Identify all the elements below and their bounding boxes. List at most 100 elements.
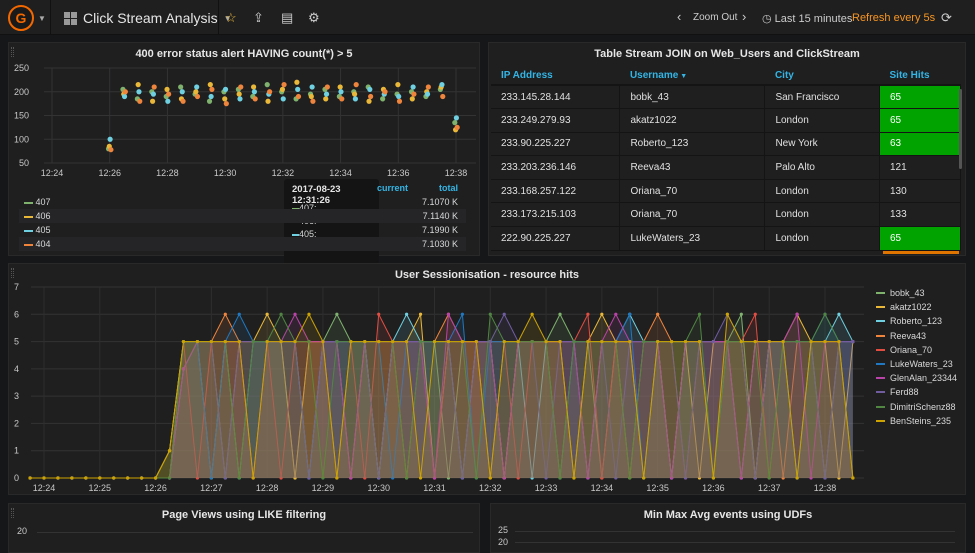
data-point-404[interactable]	[339, 96, 345, 102]
legend-row[interactable]: 404 7.1030 K	[19, 237, 466, 251]
data-point-405[interactable]	[295, 86, 301, 92]
table-row[interactable]: 233.145.28.144 bobk_43 San Francisco 65	[491, 85, 961, 110]
data-point-405[interactable]	[338, 89, 344, 95]
data-point-405[interactable]	[165, 98, 171, 104]
data-point-404[interactable]	[122, 89, 128, 95]
data-point-404[interactable]	[368, 93, 374, 100]
table-row[interactable]: 233.173.215.103 Oriana_70 London 133	[491, 202, 961, 228]
legend-item[interactable]: BenSteins_235	[876, 416, 951, 426]
data-point-404[interactable]	[223, 101, 229, 107]
data-point-405[interactable]	[121, 93, 128, 100]
data-point-404[interactable]	[166, 91, 172, 97]
data-point-407[interactable]	[178, 84, 184, 90]
legend-item[interactable]: GlenAlan_23344	[876, 373, 957, 383]
data-point-407[interactable]	[264, 82, 270, 88]
legend-item[interactable]: LukeWaters_23	[876, 359, 953, 369]
data-point-405[interactable]	[222, 86, 229, 92]
data-point-406[interactable]	[279, 86, 286, 92]
data-point-404[interactable]	[238, 84, 244, 90]
data-point-405[interactable]	[208, 93, 214, 100]
share-icon[interactable]: ⇪	[253, 10, 264, 26]
data-point-406[interactable]	[251, 84, 257, 90]
data-point-405[interactable]	[410, 84, 416, 90]
data-point-405[interactable]	[352, 96, 358, 102]
scrollbar[interactable]	[959, 89, 962, 169]
data-point-405[interactable]	[424, 91, 431, 97]
data-point-405[interactable]	[136, 89, 142, 95]
data-point-405[interactable]	[194, 84, 200, 90]
save-icon[interactable]: ▤	[281, 10, 293, 26]
data-point-405[interactable]	[107, 136, 113, 142]
star-icon[interactable]: ☆	[225, 10, 237, 26]
legend-header-total[interactable]: total	[439, 183, 458, 193]
data-point-404[interactable]	[396, 98, 403, 104]
legend-row[interactable]: 405 7.1990 K	[19, 223, 466, 237]
data-point-405[interactable]	[309, 84, 315, 90]
data-point-407[interactable]	[380, 96, 386, 102]
table-row[interactable]: 233.90.225.227 Roberto_123 New York 63	[491, 132, 961, 157]
data-point-404[interactable]	[281, 82, 287, 88]
caret-down-icon[interactable]: ▼	[38, 14, 46, 23]
panel-title[interactable]: Min Max Avg events using UDFs	[491, 509, 965, 521]
data-point-404[interactable]	[295, 93, 302, 100]
legend-row[interactable]: 406 7.1140 K	[19, 209, 466, 223]
column-header[interactable]: Username ▼	[619, 67, 765, 86]
data-point-405[interactable]	[251, 89, 257, 95]
data-point-406[interactable]	[222, 96, 228, 102]
data-point-406[interactable]	[323, 96, 329, 102]
zoom-out-button[interactable]: Zoom Out	[693, 12, 737, 23]
data-point-406[interactable]	[150, 98, 156, 104]
table-row[interactable]: 233.168.257.122 Oriana_70 London 130	[491, 179, 961, 204]
data-point-405[interactable]	[323, 91, 330, 97]
data-point-406[interactable]	[265, 98, 271, 104]
legend-item[interactable]: bobk_43	[876, 288, 925, 298]
data-point-405[interactable]	[280, 96, 286, 102]
data-point-404[interactable]	[194, 93, 201, 100]
dashboard-picker[interactable]: Click Stream Analysis ▼	[64, 10, 232, 26]
legend-item[interactable]: Oriana_70	[876, 345, 932, 355]
data-point-405[interactable]	[453, 115, 459, 121]
data-point-404[interactable]	[454, 124, 460, 130]
data-point-406[interactable]	[193, 89, 199, 95]
data-point-404[interactable]	[382, 89, 388, 95]
data-point-406[interactable]	[294, 79, 300, 85]
grafana-logo-icon[interactable]: G	[8, 5, 34, 31]
column-header[interactable]: City	[764, 67, 880, 86]
legend-header-current[interactable]: current	[377, 183, 408, 193]
legend-row[interactable]: 407 7.1070 K	[19, 195, 466, 209]
time-range-picker[interactable]: ◷ Last 15 minutes	[762, 12, 852, 25]
data-point-406[interactable]	[236, 91, 242, 97]
table-row[interactable]: 222.90.225.227 LukeWaters_23 London 65	[491, 226, 961, 251]
data-point-404[interactable]	[209, 86, 215, 92]
data-point-404[interactable]	[411, 91, 417, 97]
column-header[interactable]: IP Address	[491, 67, 620, 86]
data-point-404[interactable]	[267, 89, 273, 95]
data-point-404[interactable]	[324, 84, 330, 90]
data-point-404[interactable]	[137, 98, 143, 104]
data-point-404[interactable]	[252, 96, 258, 102]
data-point-406[interactable]	[395, 82, 401, 88]
panel-title[interactable]: Table Stream JOIN on Web_Users and Click…	[489, 48, 965, 60]
data-point-406[interactable]	[135, 82, 141, 88]
data-point-404[interactable]	[108, 147, 114, 153]
data-point-405[interactable]	[237, 96, 243, 102]
data-point-404[interactable]	[151, 84, 157, 90]
data-point-404[interactable]	[440, 93, 446, 100]
data-point-404[interactable]	[425, 84, 431, 90]
legend-item[interactable]: Reeva43	[876, 331, 926, 341]
data-point-407[interactable]	[206, 98, 213, 104]
table-row[interactable]: 233.203.236.146 Reeva43 Palo Alto 121	[491, 155, 961, 180]
legend-item[interactable]: Ferd88	[876, 387, 919, 397]
data-point-405[interactable]	[179, 89, 185, 95]
refresh-interval[interactable]: Refresh every 5s	[852, 12, 935, 24]
chevron-right-icon[interactable]: ›	[742, 9, 746, 24]
legend-item[interactable]: akatz1022	[876, 302, 932, 312]
data-point-404[interactable]	[180, 98, 186, 104]
data-point-404[interactable]	[310, 98, 316, 104]
data-point-406[interactable]	[337, 84, 343, 90]
legend-item[interactable]: Roberto_123	[876, 316, 942, 326]
data-point-406[interactable]	[207, 82, 213, 88]
data-point-406[interactable]	[308, 93, 314, 100]
legend-item[interactable]: DimitriSchenz88	[876, 402, 956, 412]
data-point-406[interactable]	[164, 86, 170, 92]
